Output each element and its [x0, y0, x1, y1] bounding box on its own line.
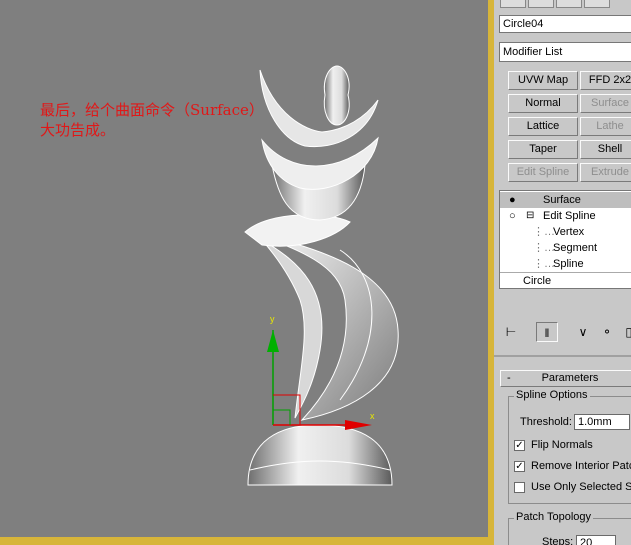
remove-interior-checkbox[interactable]: ✓	[514, 461, 525, 472]
configure-sets-icon[interactable]: ◫	[620, 322, 631, 342]
surface-button[interactable]: Surface	[580, 94, 631, 113]
threshold-label: Threshold:	[520, 416, 572, 428]
surface-model-render	[244, 65, 399, 486]
tree-line-icon: ⋮…	[533, 226, 555, 238]
patch-topology-label: Patch Topology	[514, 511, 594, 523]
viewport-bottom-border	[0, 537, 494, 545]
stack-item-surface[interactable]: ● Surface	[500, 192, 631, 208]
hierarchy-tab-icon[interactable]	[556, 0, 582, 8]
upper-blade	[259, 69, 379, 148]
tree-line-icon: ⋮…	[533, 242, 555, 254]
stack-item-circle[interactable]: Circle	[500, 273, 631, 289]
motion-tab-icon[interactable]	[584, 0, 610, 8]
lathe-button[interactable]: Lathe	[580, 117, 631, 136]
stack-item-edit-spline[interactable]: ○ ⊟ Edit Spline	[500, 208, 631, 224]
stack-item-label: Edit Spline	[543, 210, 596, 222]
normal-button[interactable]: Normal	[508, 94, 578, 113]
shell-button[interactable]: Shell	[580, 140, 631, 159]
ffd-button[interactable]: FFD 2x2	[580, 71, 631, 90]
edit-spline-button[interactable]: Edit Spline	[508, 163, 578, 182]
spline-options-label: Spline Options	[514, 389, 590, 401]
lattice-button[interactable]: Lattice	[508, 117, 578, 136]
lightbulb-icon[interactable]: ●	[509, 192, 516, 208]
flip-normals-checkbox[interactable]: ✓	[514, 440, 525, 451]
pin-stack-icon[interactable]: ⊢	[500, 322, 522, 342]
panel-separator	[494, 355, 631, 357]
stack-subitem-segment[interactable]: ⋮… Segment	[500, 240, 631, 256]
twisted-collar	[244, 214, 351, 247]
modifier-stack: ● Surface ○ ⊟ Edit Spline ⋮… Vertex ⋮… S…	[499, 190, 631, 289]
command-panel: Circle04 Modifier List UVW Map FFD 2x2 N…	[494, 0, 631, 545]
perspective-viewport[interactable]: y x 最后，给个曲面命令（Surface） 大功告成。	[0, 0, 490, 545]
modifier-list-dropdown[interactable]: Modifier List	[499, 42, 631, 62]
parameters-rollout-header[interactable]: - Parameters	[500, 370, 631, 387]
make-unique-icon[interactable]: ∨	[572, 322, 594, 342]
subitem-label: Vertex	[553, 226, 585, 238]
taper-button[interactable]: Taper	[508, 140, 578, 159]
subitem-label: Spline	[553, 258, 584, 270]
show-end-result-icon[interactable]: ‖	[536, 322, 558, 342]
steps-label: Steps:	[542, 536, 574, 545]
lightbulb-icon[interactable]: ○	[509, 208, 516, 224]
uvw-map-button[interactable]: UVW Map	[508, 71, 578, 90]
stack-subitem-spline[interactable]: ⋮… Spline	[500, 256, 631, 272]
use-only-selected-checkbox[interactable]	[514, 482, 525, 493]
use-only-selected-label: Use Only Selected Segs.	[531, 481, 631, 493]
collapse-icon[interactable]: ⊟	[526, 208, 534, 224]
stack-subitem-vertex[interactable]: ⋮… Vertex	[500, 224, 631, 240]
modify-tab-icon[interactable]	[528, 0, 554, 8]
stack-item-label: Surface	[543, 194, 581, 206]
crescent-body	[249, 231, 399, 421]
y-axis-label: y	[270, 314, 275, 324]
rollout-collapse-icon: -	[507, 372, 511, 384]
flip-normals-label: Flip Normals	[531, 439, 593, 451]
steps-spinner[interactable]: 20	[576, 535, 616, 545]
x-axis-label: x	[370, 411, 375, 421]
object-name-field[interactable]: Circle04	[499, 15, 631, 33]
extrude-button[interactable]: Extrude	[580, 163, 631, 182]
subitem-label: Segment	[553, 242, 598, 254]
dome-base	[247, 424, 393, 486]
remove-interior-label: Remove Interior Patches	[531, 460, 631, 472]
rollout-title: Parameters	[541, 372, 599, 384]
threshold-spinner[interactable]: 1.0mm	[574, 414, 630, 430]
panel-tab-icons	[500, 0, 612, 8]
tree-line-icon: ⋮…	[533, 258, 555, 270]
create-tab-icon[interactable]	[500, 0, 526, 8]
annotation-line1: 最后，给个曲面命令（Surface）	[40, 101, 264, 119]
finial	[323, 65, 350, 126]
annotation-line2: 大功告成。	[40, 121, 116, 139]
annotation-text: 最后，给个曲面命令（Surface） 大功告成。	[40, 100, 264, 140]
remove-modifier-icon[interactable]: ⚬	[596, 322, 618, 342]
stack-item-label: Circle	[523, 275, 552, 287]
